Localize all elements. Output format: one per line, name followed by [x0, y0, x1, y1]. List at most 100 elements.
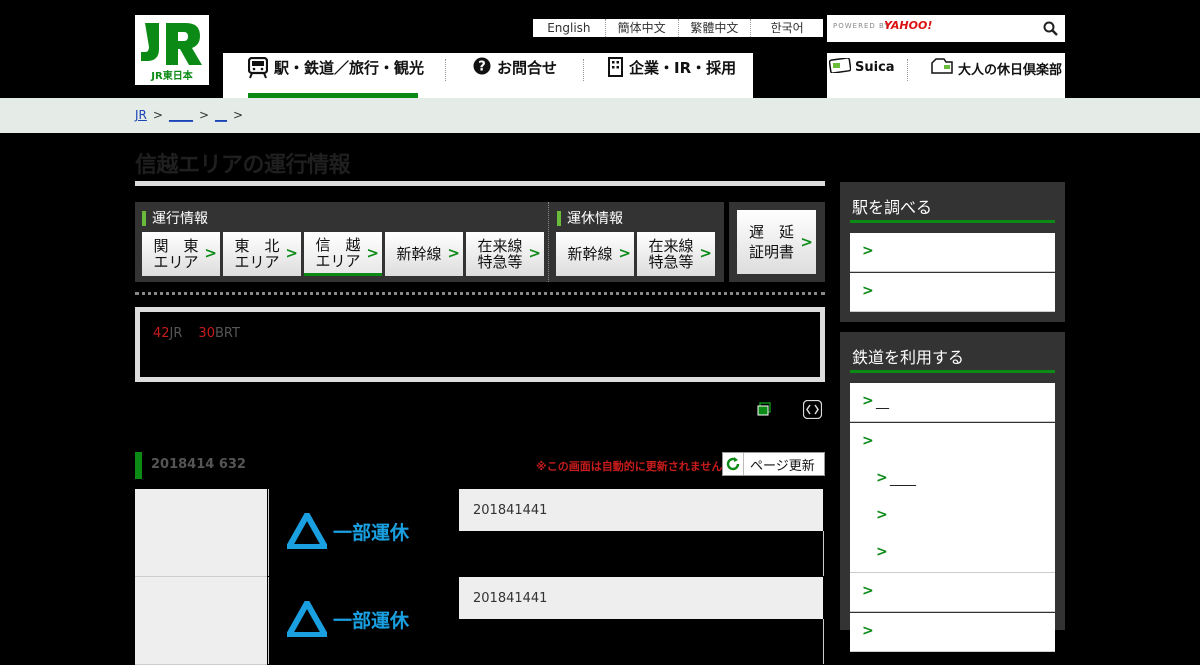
breadcrumb-separator: >: [198, 108, 210, 122]
status-badge: 一部運休: [287, 601, 409, 637]
breadcrumb: JR > ____ > __ >: [135, 108, 249, 122]
search-input[interactable]: POWERED BY YAHOO!: [827, 15, 1065, 42]
sidebar-rail-item[interactable]: >: [850, 573, 1055, 612]
tab-tohoku-area[interactable]: 東 北エリア >: [223, 232, 301, 276]
tab-line1: 新幹線: [567, 245, 613, 263]
page-refresh-button[interactable]: ページ更新: [722, 452, 825, 476]
table-row: 一部運休 201841441: [135, 577, 824, 665]
chevron-right-icon: >: [876, 544, 888, 560]
chevron-right-icon: >: [447, 244, 460, 262]
otona-club-label: 大人の休日倶楽部: [958, 62, 1063, 78]
heading-marker: [557, 210, 561, 226]
gnav-station-travel-label: 駅・鉄道／旅行・観光: [274, 59, 425, 77]
tab-line2: 特急等: [648, 253, 694, 271]
service-links: Suica 大人の休日倶楽部: [827, 53, 1065, 98]
question-icon: ?: [473, 57, 491, 79]
sidebar-station-title: 駅を調べる: [852, 198, 933, 217]
lang-english[interactable]: English: [533, 19, 605, 37]
notice-count-1: 42: [153, 326, 170, 341]
chevron-right-icon: >: [204, 244, 217, 262]
sidebar-rail-subitem[interactable]: >: [850, 534, 1055, 571]
status-label: 一部運休: [333, 521, 410, 544]
chevron-right-icon: >: [618, 244, 631, 262]
language-bar: English 簡体中文 繁體中文 한국어: [533, 19, 823, 37]
tab-cancel-conventional-express[interactable]: 在来線 特急等 >: [637, 232, 715, 276]
notice-box: 42JR 30BRT: [135, 307, 825, 382]
gnav-station-travel[interactable]: 駅・鉄道／旅行・観光: [247, 53, 425, 98]
notice-count-2: 30: [198, 326, 215, 341]
tab-line2: 証明書: [748, 243, 794, 261]
status-label: 一部運休: [333, 609, 410, 632]
building-icon: [608, 57, 623, 81]
tab-line1: 東 北: [234, 237, 280, 255]
logo-wordmark: JR東日本: [150, 69, 193, 82]
gnav-corporate-label: 企業・IR・採用: [629, 59, 737, 77]
update-datetime: 2018414 632: [151, 457, 246, 472]
tab-cancel-shinkansen[interactable]: 新幹線 >: [556, 232, 634, 276]
cancellation-info-heading: 運休情報: [557, 208, 623, 228]
sidebar-rail-item[interactable]: > __: [850, 383, 1055, 422]
sidebar-item-label: __: [876, 395, 889, 410]
chevron-right-icon: >: [800, 233, 813, 251]
tab-line2: エリア: [315, 251, 361, 270]
gnav-divider: [445, 59, 446, 81]
lang-traditional-chinese[interactable]: 繁體中文: [677, 19, 751, 37]
search-powered-by: POWERED BY: [833, 22, 890, 30]
sidebar-station-item[interactable]: >: [850, 233, 1055, 272]
chevron-right-icon: >: [876, 507, 888, 523]
notice-label-1: JR: [169, 326, 183, 341]
sidebar-rail-subitem[interactable]: > ____: [850, 460, 1055, 497]
window-icon[interactable]: [757, 402, 771, 416]
otona-club-link[interactable]: 大人の休日倶楽部: [930, 58, 1062, 78]
status-cell: 一部運休: [268, 577, 460, 664]
line-name-cell: [135, 577, 267, 665]
gnav-contact[interactable]: ? お問合せ: [473, 53, 557, 98]
breadcrumb-level2[interactable]: ____: [169, 108, 193, 122]
chevron-right-icon: >: [862, 283, 874, 299]
delay-certificate-button[interactable]: 遅 延証明書 >: [737, 210, 816, 274]
line-name-cell: [135, 489, 267, 577]
refresh-icon: [723, 453, 744, 475]
tab-shinkansen[interactable]: 新幹線 >: [385, 232, 463, 276]
tab-line2: エリア: [234, 253, 280, 271]
sidebar-rail-item[interactable]: >: [850, 423, 1055, 462]
notice-text: 42JR 30BRT: [153, 326, 240, 341]
search-icon[interactable]: [1043, 21, 1058, 36]
gnav-corporate[interactable]: 企業・IR・採用: [608, 53, 736, 98]
service-info-heading-label: 運行情報: [152, 211, 208, 227]
sidebar-rail-subitem[interactable]: >: [850, 497, 1055, 534]
tab-line1: 在来線: [477, 237, 523, 255]
gnav-divider: [583, 59, 584, 81]
chevron-right-icon: >: [862, 243, 874, 259]
sidebar-item-label: ____: [890, 472, 916, 487]
chevron-right-icon: >: [699, 244, 712, 262]
tab-line1: 在来線: [648, 237, 694, 255]
sidebar-rail-item[interactable]: >: [850, 613, 1055, 652]
area-tabs-panel: 運行情報 運休情報 関 東エリア > 東 北エリア > 信 越エリア > 新幹線 > 在…: [135, 202, 724, 282]
expand-icon[interactable]: [803, 400, 822, 419]
title-underline: [135, 181, 825, 186]
dotted-divider: [135, 292, 825, 295]
status-cell: 一部運休: [268, 489, 460, 576]
sidebar-title-underline: [850, 220, 1055, 223]
auto-update-warning: ※この画面は自動的に更新されません: [536, 460, 723, 473]
chevron-right-icon: >: [862, 623, 874, 639]
global-nav: 駅・鉄道／旅行・観光 ? お問合せ 企業・IR・採用: [223, 53, 753, 98]
tab-conventional-express[interactable]: 在来線 特急等 >: [466, 232, 544, 276]
status-detail-cell: [459, 531, 824, 576]
suica-link[interactable]: Suica: [828, 57, 895, 77]
tab-kanto-area[interactable]: 関 東エリア >: [142, 232, 220, 276]
breadcrumb-level3[interactable]: __: [215, 108, 227, 122]
notice-label-2: BRT: [214, 326, 240, 341]
jr-east-logo[interactable]: JR東日本: [135, 15, 209, 85]
breadcrumb-home[interactable]: JR: [135, 108, 147, 122]
lang-simplified-chinese[interactable]: 簡体中文: [604, 19, 678, 37]
lang-korean[interactable]: 한국어: [750, 19, 823, 37]
chevron-right-icon: >: [366, 244, 379, 262]
status-date-cell: 201841441: [459, 489, 823, 531]
partial-suspension-triangle-icon: [287, 601, 327, 637]
sidebar-station-item[interactable]: >: [850, 273, 1055, 312]
tab-line1: 遅 延: [748, 223, 794, 241]
chevron-right-icon: >: [862, 393, 874, 409]
tab-shinetsu-area[interactable]: 信 越エリア >: [304, 232, 382, 276]
